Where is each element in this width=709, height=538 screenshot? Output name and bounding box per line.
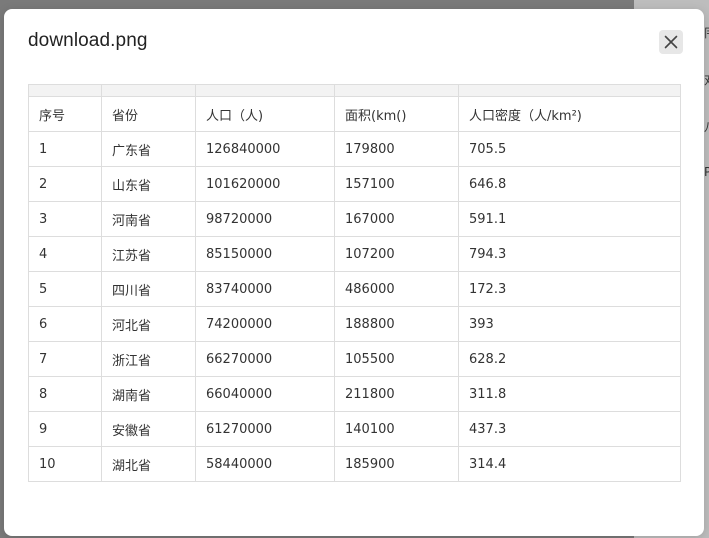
table-cell: 140100: [334, 411, 459, 447]
table-cell: 107200: [334, 236, 459, 272]
table-cell: 98720000: [195, 201, 335, 237]
background-text: 对: [704, 71, 709, 88]
table-top-band: [28, 84, 681, 97]
table-cell: 437.3: [458, 411, 681, 447]
table-cell: 157100: [334, 166, 459, 202]
dialog-title: download.png: [28, 30, 148, 51]
column-header: 省份: [101, 96, 196, 132]
table-cell: 5: [28, 271, 102, 307]
table-cell: 74200000: [195, 306, 335, 342]
close-icon: [664, 35, 678, 49]
table-cell: 646.8: [458, 166, 681, 202]
table-cell: 105500: [334, 341, 459, 377]
table-cell: 172.3: [458, 271, 681, 307]
table-cell: 10: [28, 446, 102, 482]
table-cell: 1: [28, 131, 102, 167]
table-cell: 591.1: [458, 201, 681, 237]
table-row: 5 四川省 83740000 486000 172.3: [28, 271, 681, 307]
table-cell: 61270000: [195, 411, 335, 447]
table-cell: 江苏省: [101, 236, 196, 272]
table-cell: 浙江省: [101, 341, 196, 377]
table-cell: 314.4: [458, 446, 681, 482]
table-cell: 311.8: [458, 376, 681, 412]
background-text: 冃: [704, 24, 709, 41]
table-cell: 6: [28, 306, 102, 342]
close-button[interactable]: [659, 30, 683, 54]
column-header: 序号: [28, 96, 102, 132]
table-row: 4 江苏省 85150000 107200 794.3: [28, 236, 681, 272]
table-row: 10 湖北省 58440000 185900 314.4: [28, 446, 681, 482]
table-cell: 河南省: [101, 201, 196, 237]
table-cell: 3: [28, 201, 102, 237]
table-cell: 185900: [334, 446, 459, 482]
background-text: 八: [704, 118, 709, 135]
column-header: 面积(km(): [334, 96, 459, 132]
column-header: 人口（人): [195, 96, 335, 132]
table-cell: 8: [28, 376, 102, 412]
table-cell: 2: [28, 166, 102, 202]
table-cell: 山东省: [101, 166, 196, 202]
table-cell: 794.3: [458, 236, 681, 272]
table-row: 3 河南省 98720000 167000 591.1: [28, 201, 681, 237]
table-header-row: 序号 省份 人口（人) 面积(km() 人口密度（人/km²): [28, 96, 681, 132]
table-row: 6 河北省 74200000 188800 393: [28, 306, 681, 342]
table-cell: 393: [458, 306, 681, 342]
table-cell: 705.5: [458, 131, 681, 167]
table-row: 1 广东省 126840000 179800 705.5: [28, 131, 681, 167]
table-cell: 83740000: [195, 271, 335, 307]
table-cell: 四川省: [101, 271, 196, 307]
table-cell: 66040000: [195, 376, 335, 412]
table-cell: 河北省: [101, 306, 196, 342]
table-cell: 湖北省: [101, 446, 196, 482]
image-preview-dialog: download.png 序号 省份 人口（人) 面积(km() 人口密度（人/…: [4, 9, 704, 536]
table-row: 7 浙江省 66270000 105500 628.2: [28, 341, 681, 377]
table-row: 9 安徽省 61270000 140100 437.3: [28, 411, 681, 447]
table-cell: 188800: [334, 306, 459, 342]
table-cell: 628.2: [458, 341, 681, 377]
table-cell: 101620000: [195, 166, 335, 202]
table-cell: 126840000: [195, 131, 335, 167]
background-text: P: [704, 165, 709, 179]
table-row: 8 湖南省 66040000 211800 311.8: [28, 376, 681, 412]
province-table: 序号 省份 人口（人) 面积(km() 人口密度（人/km²) 1 广东省 1268…: [28, 84, 681, 482]
table-row: 2 山东省 101620000 157100 646.8: [28, 166, 681, 202]
table-cell: 179800: [334, 131, 459, 167]
table-cell: 85150000: [195, 236, 335, 272]
table-cell: 湖南省: [101, 376, 196, 412]
table-cell: 广东省: [101, 131, 196, 167]
table-cell: 486000: [334, 271, 459, 307]
table-cell: 167000: [334, 201, 459, 237]
table-cell: 58440000: [195, 446, 335, 482]
column-header: 人口密度（人/km²): [458, 96, 681, 132]
table-cell: 7: [28, 341, 102, 377]
table-cell: 211800: [334, 376, 459, 412]
table-cell: 安徽省: [101, 411, 196, 447]
table-cell: 4: [28, 236, 102, 272]
table-cell: 9: [28, 411, 102, 447]
table-cell: 66270000: [195, 341, 335, 377]
data-table-image: 序号 省份 人口（人) 面积(km() 人口密度（人/km²) 1 广东省 1268…: [28, 84, 681, 482]
